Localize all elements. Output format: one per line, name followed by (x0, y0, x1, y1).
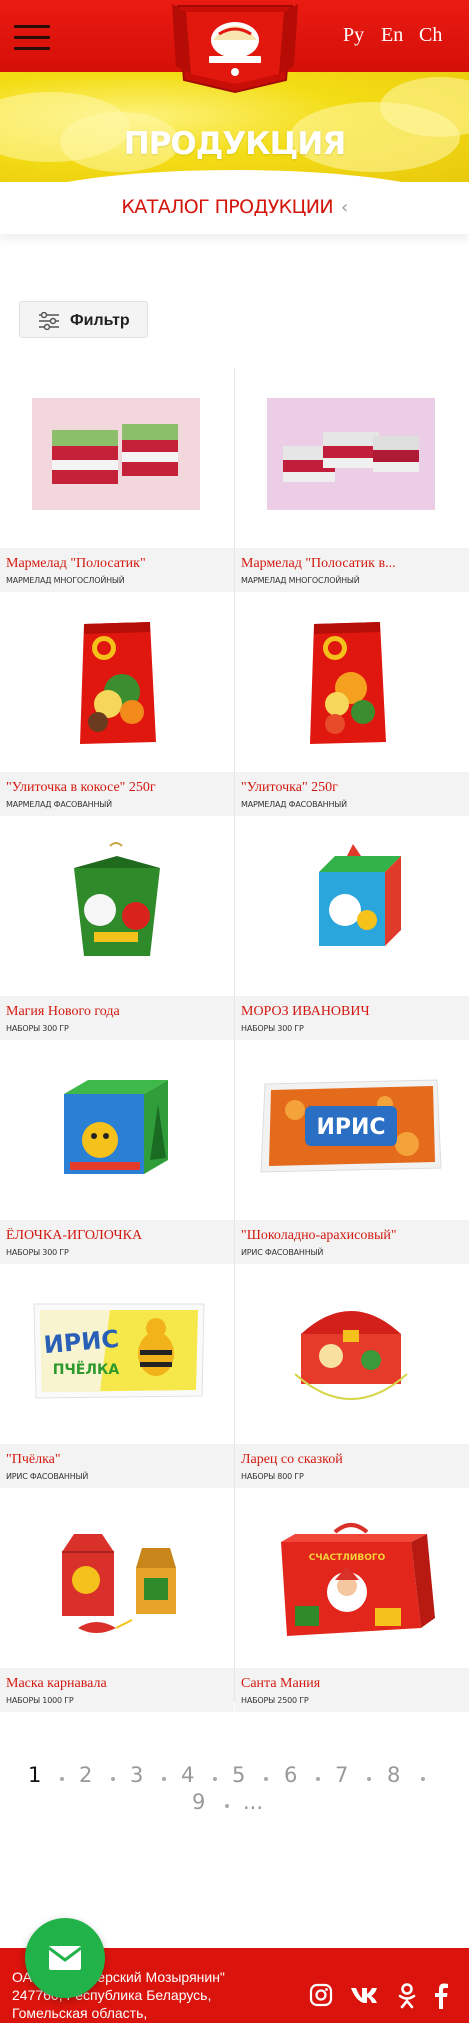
product-card[interactable]: ИРИС ПЧЁЛКА "Пчёлка" ИРИС ФАСОВАННЫЙ (0, 1264, 234, 1488)
mail-icon (48, 1946, 82, 1970)
product-card[interactable]: "Улиточка в кокосе" 250г МАРМЕЛАД ФАСОВА… (0, 592, 234, 816)
page-link-7[interactable]: 7 (335, 1763, 348, 1787)
product-category: МАРМЕЛАД МНОГОСЛОЙНЫЙ (241, 576, 360, 585)
product-image (235, 592, 469, 772)
lang-ch-link[interactable]: Ch (419, 24, 442, 47)
product-name[interactable]: "Пчёлка" (6, 1452, 228, 1468)
page-link-8[interactable]: 8 (387, 1763, 400, 1787)
product-card[interactable]: МОРОЗ ИВАНОВИЧ НАБОРЫ 300 ГР (235, 816, 469, 1040)
product-image: СЧАСТЛИВОГО (235, 1488, 469, 1668)
page-separator (111, 1777, 115, 1781)
page-separator (60, 1777, 64, 1781)
product-card[interactable]: ЁЛОЧКА-ИГОЛОЧКА НАБОРЫ 300 ГР (0, 1040, 234, 1264)
page-separator (316, 1777, 320, 1781)
svg-text:ПЧЁЛКА: ПЧЁЛКА (53, 1361, 120, 1378)
page-link-5[interactable]: 5 (232, 1763, 245, 1787)
product-name[interactable]: "Улиточка" 250г (241, 780, 463, 796)
product-category: ИРИС ФАСОВАННЫЙ (241, 1248, 324, 1257)
footer-address-line: Гомельская область, (12, 2005, 148, 2021)
odnoklassniki-icon[interactable] (398, 1983, 416, 2009)
facebook-icon[interactable] (434, 1983, 448, 2009)
product-image (0, 816, 234, 996)
catalog-label: КАТАЛОГ ПРОДУКЦИИ (121, 196, 333, 218)
product-name[interactable]: ЁЛОЧКА-ИГОЛОЧКА (6, 1228, 228, 1244)
product-card[interactable]: Мармелад "Полосатик в... МАРМЕЛАД МНОГОС… (235, 368, 469, 592)
product-card[interactable]: ИРИС "Шоколадно-арахисовый" ИРИС ФАСОВАН… (235, 1040, 469, 1264)
page-link-3[interactable]: 3 (130, 1763, 143, 1787)
product-category: МАРМЕЛАД МНОГОСЛОЙНЫЙ (6, 576, 125, 585)
product-category: МАРМЕЛАД ФАСОВАННЫЙ (241, 800, 347, 809)
product-category: НАБОРЫ 300 ГР (6, 1248, 69, 1257)
product-image: ИРИС (235, 1040, 469, 1220)
hamburger-menu-icon[interactable] (14, 24, 50, 50)
product-image (0, 1040, 234, 1220)
product-card[interactable]: Маска карнавала НАБОРЫ 1000 ГР (0, 1488, 234, 1712)
page-link-2[interactable]: 2 (79, 1763, 92, 1787)
product-name[interactable]: Маска карнавала (6, 1676, 228, 1692)
product-name[interactable]: Мармелад "Полосатик" (6, 556, 228, 572)
lang-ru-link[interactable]: Ру (343, 24, 364, 47)
product-category: ИРИС ФАСОВАННЫЙ (6, 1472, 89, 1481)
product-image (0, 592, 234, 772)
product-category: НАБОРЫ 800 ГР (241, 1472, 304, 1481)
page-link-6[interactable]: 6 (284, 1763, 297, 1787)
filter-sliders-icon (39, 312, 59, 330)
page-separator (367, 1777, 371, 1781)
filter-label: Фильтр (70, 312, 130, 329)
product-image (0, 1488, 234, 1668)
product-card[interactable]: Магия Нового года НАБОРЫ 300 ГР (0, 816, 234, 1040)
product-card[interactable]: СЧАСТЛИВОГО Санта Мания НАБОРЫ 2500 ГР (235, 1488, 469, 1712)
page-separator (264, 1777, 268, 1781)
vk-icon[interactable] (350, 1986, 378, 2004)
chevron-left-icon: ‹ (340, 197, 348, 218)
lang-en-link[interactable]: En (381, 24, 403, 47)
filter-button[interactable]: Фильтр (19, 301, 148, 338)
page-separator (213, 1777, 217, 1781)
product-image (235, 816, 469, 996)
svg-text:ИРИС: ИРИС (316, 1115, 385, 1140)
brand-logo[interactable] (172, 0, 298, 94)
product-name[interactable]: МОРОЗ ИВАНОВИЧ (241, 1004, 463, 1020)
product-card[interactable]: "Улиточка" 250г МАРМЕЛАД ФАСОВАННЫЙ (235, 592, 469, 816)
product-image (0, 368, 234, 548)
product-image (235, 368, 469, 548)
contact-mail-button[interactable] (25, 1918, 105, 1998)
page-link-1[interactable]: 1 (28, 1763, 41, 1787)
product-category: НАБОРЫ 2500 ГР (241, 1696, 309, 1705)
product-category: НАБОРЫ 1000 ГР (6, 1696, 74, 1705)
svg-text:СЧАСТЛИВОГО: СЧАСТЛИВОГО (309, 1553, 386, 1563)
page-link-4[interactable]: 4 (181, 1763, 194, 1787)
product-image: ИРИС ПЧЁЛКА (0, 1264, 234, 1444)
product-name[interactable]: Санта Мания (241, 1676, 463, 1692)
page-separator (421, 1777, 425, 1781)
product-category: МАРМЕЛАД ФАСОВАННЫЙ (6, 800, 112, 809)
page-separator (162, 1777, 166, 1781)
product-category: НАБОРЫ 300 ГР (241, 1024, 304, 1033)
page-ellipsis[interactable]: ... (243, 1790, 263, 1814)
product-name[interactable]: Ларец со сказкой (241, 1452, 463, 1468)
product-name[interactable]: Магия Нового года (6, 1004, 228, 1020)
instagram-icon[interactable] (309, 1983, 333, 2007)
page-separator (225, 1804, 229, 1808)
page-link-9[interactable]: 9 (192, 1790, 205, 1814)
product-card[interactable]: Ларец со сказкой НАБОРЫ 800 ГР (235, 1264, 469, 1488)
product-category: НАБОРЫ 300 ГР (6, 1024, 69, 1033)
product-name[interactable]: Мармелад "Полосатик в... (241, 556, 463, 572)
page-title: ПРОДУКЦИЯ (123, 126, 346, 162)
product-image (235, 1264, 469, 1444)
product-card[interactable]: Мармелад "Полосатик" МАРМЕЛАД МНОГОСЛОЙН… (0, 368, 234, 592)
product-name[interactable]: "Улиточка в кокосе" 250г (6, 780, 228, 796)
catalog-dropdown[interactable]: КАТАЛОГ ПРОДУКЦИИ ‹ (0, 196, 469, 218)
product-name[interactable]: "Шоколадно-арахисовый" (241, 1228, 463, 1244)
